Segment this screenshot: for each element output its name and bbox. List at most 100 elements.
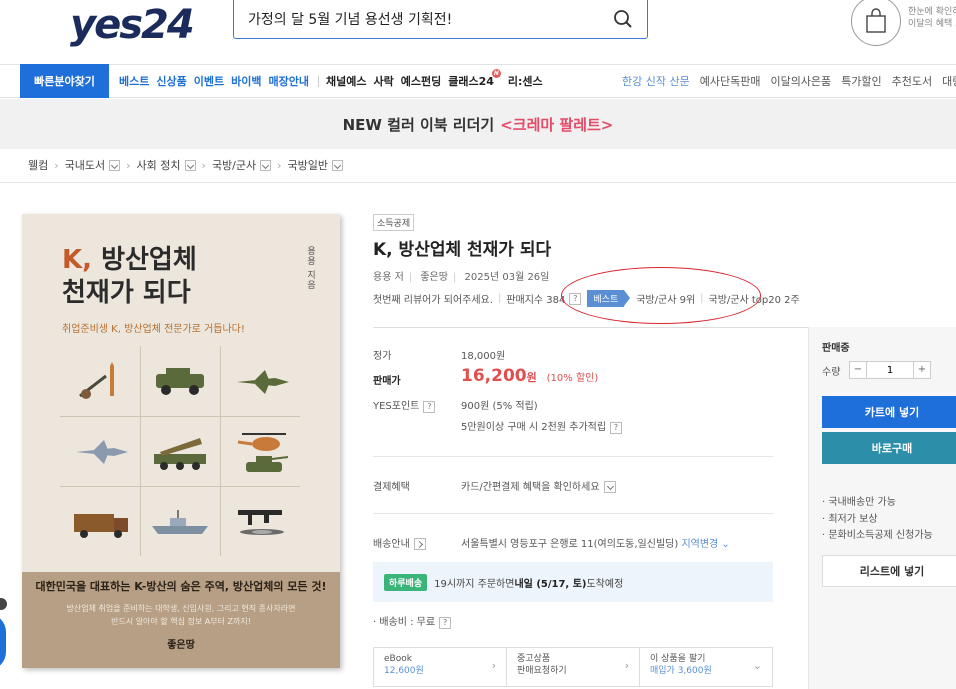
cover-subtitle: 취업준비생 K, 방산업체 전문가로 거듭나다! (62, 324, 245, 335)
change-region-link[interactable]: 지역변경 (681, 539, 718, 550)
yes-point-value: 900원 (5% 적립) (461, 401, 538, 412)
warship-icon (152, 510, 208, 534)
chevron-right-icon[interactable] (413, 538, 426, 550)
search-input[interactable] (248, 11, 608, 27)
nav-right-links: 한강 신작 산문 예사단독판매 이달의사은품 특가할인 추천도서 대량 (622, 65, 956, 97)
chevron-right-icon: › (491, 659, 496, 672)
author-link[interactable]: 용용 저 (373, 272, 404, 283)
annotation-circle (561, 267, 761, 324)
chevron-down-icon[interactable]: ⌄ (718, 539, 729, 550)
help-icon[interactable]: ? (439, 617, 452, 629)
one-day-delivery-badge: 하루배송 (384, 573, 428, 591)
shipping-address: 서울특별시 영등포구 은행로 11(여의도동,일신빌딩) 지역변경 ⌄ (461, 539, 730, 550)
nav-recommend[interactable]: 추천도서 (892, 73, 932, 89)
nav-bulk[interactable]: 대량 (942, 73, 956, 89)
breadcrumb-domestic[interactable]: 국내도서 (65, 157, 105, 173)
sale-status: 판매중 (822, 343, 850, 354)
yes-point-label: YES포인트? (373, 397, 436, 413)
sale-price-label: 판매가 (373, 376, 401, 387)
truck-icon (74, 514, 128, 538)
close-icon[interactable] (0, 598, 7, 610)
sell-option[interactable]: 이 상품을 팔기 매입가 3,600원 ⌄ (640, 648, 772, 686)
search-icon[interactable] (613, 9, 633, 29)
nav-links: 베스트 신상품 이벤트 바이백 매장안내 채널예스 사락 예스펀딩 클래스24N… (119, 65, 550, 97)
new-badge-icon: N (491, 69, 501, 78)
missile-launcher-icon (154, 438, 206, 470)
cover-title: K, 방산업체 천재가 되다 (62, 245, 197, 308)
publish-date: 2025년 03월 26일 (464, 272, 550, 283)
help-icon[interactable]: ? (610, 422, 623, 434)
cover-bottom-band: 대한민국을 대표하는 K-방산의 숨은 주역, 방산업체의 모든 것! 방산업체… (22, 572, 340, 668)
cart-bag-icon[interactable] (851, 0, 901, 46)
nav-exclusive[interactable]: 예사단독판매 (700, 73, 761, 89)
book-cover[interactable]: K, 방산업체 천재가 되다 용용 지음 취업준비생 K, 방산업체 전문가로 … (22, 214, 340, 668)
add-to-cart-button[interactable]: 카트에 넣기 (822, 396, 956, 428)
point-extra: 5만원이상 구매 시 2천원 추가적립? (461, 418, 623, 434)
nav-han-kang[interactable]: 한강 신작 산문 (622, 73, 690, 89)
breadcrumb-society[interactable]: 사회 정치 (137, 157, 181, 173)
used-option[interactable]: 중고상품 판매요청하기 › (507, 648, 640, 686)
nav-sale[interactable]: 특가할인 (841, 73, 881, 89)
sale-price: 16,200원 (10% 할인) (461, 366, 599, 386)
nav-buyback[interactable]: 바이백 (231, 73, 261, 89)
floating-widget[interactable] (0, 614, 6, 670)
quick-category-button[interactable]: 빠른분야찾기 (20, 64, 109, 98)
divider (373, 456, 773, 457)
chevron-down-icon[interactable] (184, 159, 196, 171)
nav-gift[interactable]: 이달의사은품 (770, 73, 831, 89)
quantity-stepper[interactable]: − + (849, 361, 931, 379)
alt-options: eBook 12,600원 › 중고상품 판매요청하기 › 이 상품을 팔기 매… (373, 647, 773, 687)
list-price-label: 정가 (373, 351, 392, 362)
tax-deduction-tag: 소득공제 (373, 214, 415, 231)
chevron-down-icon[interactable] (109, 159, 121, 171)
review-link[interactable]: 첫번째 리뷰어가 되어주세요. (373, 291, 493, 306)
add-to-list-button[interactable]: 리스트에 넣기 (822, 555, 956, 587)
chevron-down-icon[interactable] (603, 481, 616, 493)
minus-icon[interactable]: − (850, 362, 866, 378)
chevron-right-icon: › (201, 158, 206, 172)
cart-caption: 한눈에 확인하 이달의 혜택 보 (908, 7, 956, 29)
plus-icon[interactable]: + (914, 362, 930, 378)
helicopter-tank-icon (237, 433, 289, 472)
nav-store[interactable]: 매장안내 (269, 73, 309, 89)
buy-now-button[interactable]: 바로구매 (822, 432, 956, 464)
shipping-fee: · 배송비 : 무료? (373, 613, 452, 629)
breadcrumb-home[interactable]: 웰컴 (28, 157, 48, 173)
artillery-icon (79, 362, 114, 399)
cover-illustration (60, 346, 300, 556)
fighter-jet-icon (237, 370, 289, 394)
chevron-down-icon[interactable] (332, 159, 344, 171)
help-icon[interactable]: ? (423, 401, 436, 413)
nav-new[interactable]: 신상품 (156, 73, 186, 89)
list-price-value: 18,000원 (461, 351, 506, 362)
nav-channel-yes[interactable]: 채널예스 (326, 73, 366, 89)
purchase-notes: · 국내배송만 가능 · 최저가 보상 · 문화비소득공제 신청가능 (822, 497, 933, 541)
yes24-logo[interactable]: yes24 (70, 2, 195, 48)
publisher-link[interactable]: 좋은땅 (420, 272, 448, 283)
divider (373, 513, 773, 514)
nav-class24[interactable]: 클래스24N (448, 69, 501, 89)
nav-event[interactable]: 이벤트 (194, 73, 224, 89)
search-bar[interactable] (233, 0, 648, 39)
chevron-right-icon: › (277, 158, 282, 172)
chevron-down-icon[interactable] (260, 159, 272, 171)
quantity-input[interactable] (866, 362, 914, 378)
nav-divider (317, 75, 319, 87)
nav-funding[interactable]: 예스펀딩 (401, 73, 441, 89)
nav-sarak[interactable]: 사락 (373, 73, 393, 89)
cover-author: 용용 지음 (305, 246, 315, 290)
ebook-option[interactable]: eBook 12,600원 › (374, 648, 507, 686)
breadcrumb-general[interactable]: 국방일반 (288, 157, 328, 173)
banner-text: NEW 컬러 이북 리더기 (342, 115, 495, 134)
chevron-right-icon: › (54, 158, 59, 172)
promo-banner[interactable]: NEW 컬러 이북 리더기 <크레마 팔레트> (0, 99, 956, 149)
breadcrumb-defense[interactable]: 국방/군사 (212, 157, 256, 173)
nav-best[interactable]: 베스트 (119, 73, 149, 89)
product-meta: 용용 저 | 좋은땅 | 2025년 03월 26일 (373, 272, 550, 283)
divider (0, 182, 956, 183)
breadcrumb: 웰컴 › 국내도서 › 사회 정치 › 국방/군사 › 국방일반 (28, 157, 344, 173)
main-nav: 빠른분야찾기 베스트 신상품 이벤트 바이백 매장안내 채널예스 사락 예스펀딩… (0, 64, 956, 98)
payment-benefit[interactable]: 카드/간편결제 혜택을 확인하세요 (461, 478, 616, 493)
nav-license[interactable]: 리:센스 (508, 73, 543, 89)
banner-accent: <크레마 팔레트> (500, 115, 614, 134)
